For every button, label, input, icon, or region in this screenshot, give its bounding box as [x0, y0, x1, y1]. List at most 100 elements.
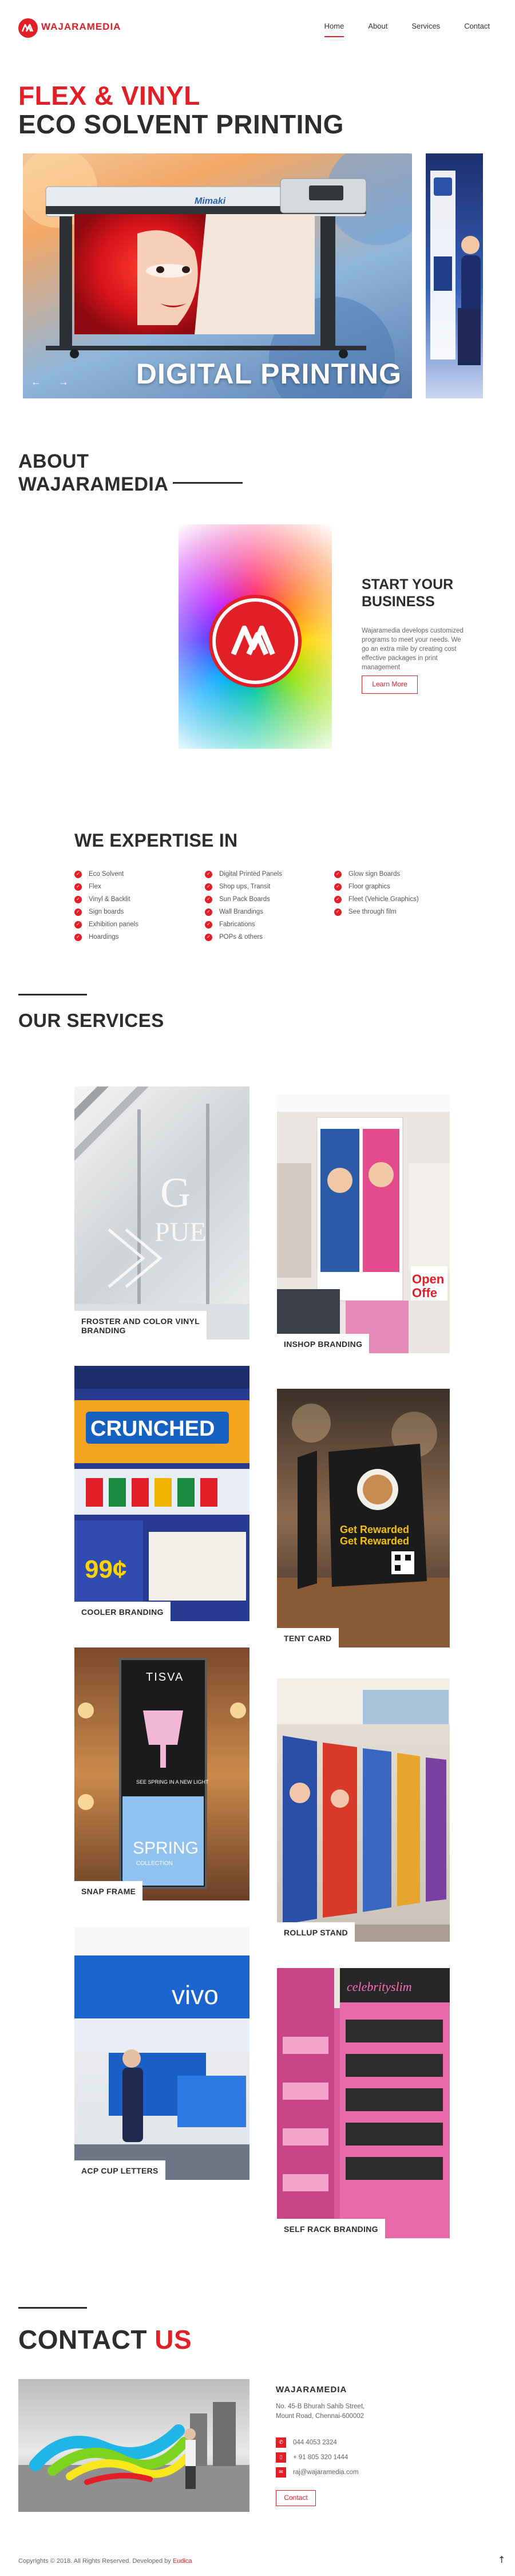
acp-image: vivo: [74, 1927, 249, 2180]
contact-phone-1-text[interactable]: 044 4053 2324: [293, 2439, 337, 2446]
check-icon: [74, 933, 82, 941]
expertise-item: Digital Printed Panels: [205, 868, 282, 880]
wajaramedia-logo-icon[interactable]: [18, 18, 38, 38]
expertise-item: Vinyl & Backlit: [74, 893, 138, 906]
services-title: OUR SERVICES: [18, 1010, 164, 1031]
footer-copyright: Copyrights © 2018. All Rights Reserved. …: [18, 2558, 192, 2565]
service-card-snap-frame[interactable]: TISVA SEE SPRING IN A NEW LIGHT SPRING C…: [74, 1647, 249, 1901]
service-card-inshop[interactable]: Open Offe INSHOP BRANDING: [277, 1095, 450, 1353]
contact-phone-2-text[interactable]: + 91 805 320 1444: [293, 2454, 348, 2461]
expertise-item: Glow sign Boards: [334, 868, 419, 880]
service-card-tent-card[interactable]: Get Rewarded Get Rewarded TENT CARD: [277, 1389, 450, 1647]
service-card-label-line1: ROLLUP STAND: [284, 1928, 348, 1937]
nav-about[interactable]: About: [368, 22, 387, 30]
arrow-up-icon[interactable]: ↑: [498, 2554, 505, 2565]
snap-brand-text: TISVA: [146, 1671, 184, 1684]
about-divider: [173, 482, 243, 484]
main-nav: Home About Services Contact: [300, 22, 490, 37]
check-icon: [334, 883, 342, 891]
tent-card-image: Get Rewarded Get Rewarded: [277, 1404, 450, 1647]
printer-brand-text: Mimaki: [195, 196, 226, 206]
service-card-label: SNAP FRAME: [74, 1881, 143, 1901]
service-card-froster[interactable]: G PUE FROSTER AND COLOR VINYL BRANDING: [74, 1086, 249, 1340]
learn-more-button[interactable]: Learn More: [362, 675, 418, 694]
check-icon: [334, 908, 342, 916]
contact-address-line1: No. 45-B Bhurah Sahib Street,: [276, 2403, 365, 2410]
service-card-label: ROLLUP STAND: [277, 1922, 355, 1942]
service-card-label: FROSTER AND COLOR VINYL BRANDING: [74, 1311, 207, 1340]
check-icon: [205, 933, 212, 941]
hero-title: FLEX & VINYL ECO SOLVENT PRINTING: [18, 81, 344, 139]
service-card-self-rack-branding[interactable]: celebrityslim SELF RACK BRANDING: [277, 1968, 450, 2238]
check-icon: [74, 920, 82, 929]
rollup-stand-image: [277, 1678, 450, 1942]
expertise-item: Sun Pack Boards: [205, 893, 282, 906]
contact-title-a: CONTACT: [18, 2325, 147, 2354]
check-icon: [205, 920, 212, 929]
check-icon: [205, 870, 212, 878]
nav-home[interactable]: Home: [324, 22, 344, 37]
snap-spring-text: SPRING: [133, 1839, 199, 1858]
expertise-item-label: Floor graphics: [348, 883, 390, 890]
contact-title: CONTACT US: [18, 2324, 192, 2355]
hero-slide-next[interactable]: [426, 153, 483, 398]
arrow-left-icon[interactable]: ←: [31, 376, 41, 388]
expertise-item: Wall Brandings: [205, 906, 282, 918]
contact-title-b: US: [154, 2325, 192, 2354]
contact-email-text[interactable]: raj@wajaramedia.com: [293, 2469, 359, 2476]
footer-developer-link[interactable]: Eudica: [173, 2558, 192, 2565]
service-card-label-line1: INSHOP BRANDING: [284, 1340, 363, 1349]
site-header: WAJARAMEDIA Home About Services Contact: [0, 0, 515, 55]
contact-email: ✉ raj@wajaramedia.com: [276, 2467, 359, 2478]
expertise-item-label: Fabrications: [219, 921, 255, 928]
check-icon: [205, 895, 212, 903]
about-logo-image: [179, 524, 332, 749]
expertise-item-label: Exhibition panels: [89, 921, 138, 928]
contact-image: [18, 2379, 249, 2512]
service-card-rollup-stand[interactable]: ROLLUP STAND: [277, 1678, 450, 1942]
snap-collection-text: COLLECTION: [136, 1860, 173, 1867]
contact-company: WAJARAMEDIA: [276, 2385, 347, 2395]
paint-splash-image: [18, 2402, 249, 2512]
service-card-cooler[interactable]: CRUNCHED 99¢ COOLER BRANDING: [74, 1366, 249, 1621]
phone-icon: ✆: [276, 2437, 286, 2448]
expertise-item: Sign boards: [74, 906, 138, 918]
service-card-label-line1: ACP CUP LETTERS: [81, 2166, 159, 2175]
expertise-item: Hoardings: [74, 931, 138, 943]
expertise-item: Exhibition panels: [74, 918, 138, 931]
contact-phone-1: ✆ 044 4053 2324: [276, 2437, 337, 2448]
expertise-column-2: Digital Printed Panels Shop ups, Transit…: [205, 868, 282, 943]
service-card-label: SELF RACK BRANDING: [277, 2219, 385, 2238]
expertise-item-label: Flex: [89, 883, 101, 890]
check-icon: [74, 883, 82, 891]
service-card-acp-cup-letters[interactable]: vivo ACP CUP LETTERS: [74, 1927, 249, 2180]
check-icon: [74, 870, 82, 878]
expertise-item-label: See through film: [348, 908, 397, 915]
contact-address: No. 45-B Bhurah Sahib Street, Mount Road…: [276, 2402, 365, 2421]
nav-contact[interactable]: Contact: [464, 22, 490, 30]
about-title-line2: WAJARAMEDIA: [18, 473, 169, 495]
service-card-label: COOLER BRANDING: [74, 1602, 171, 1621]
contact-phone-2: ▯ + 91 805 320 1444: [276, 2452, 348, 2463]
nav-services[interactable]: Services: [411, 22, 440, 30]
acp-brand-text: vivo: [172, 1980, 219, 2010]
slider-controls: ← →: [31, 376, 69, 388]
expertise-item: Fleet (Vehicle Graphics): [334, 893, 419, 906]
wajaramedia-badge-icon: [212, 598, 298, 684]
mobile-icon: ▯: [276, 2452, 286, 2463]
service-card-label-line1: TENT CARD: [284, 1634, 332, 1643]
cooler-price-text: 99¢: [85, 1555, 126, 1583]
arrow-right-icon[interactable]: →: [58, 376, 69, 388]
about-title-line1: ABOUT: [18, 451, 89, 472]
expertise-item-label: Sign boards: [89, 908, 124, 915]
snap-line-text: SEE SPRING IN A NEW LIGHT: [136, 1779, 209, 1785]
contact-button[interactable]: Contact: [276, 2490, 316, 2506]
expertise-item-label: Wall Brandings: [219, 908, 263, 915]
tent-text-1: Get Rewarded: [340, 1524, 409, 1535]
check-icon: [74, 908, 82, 916]
logo-text[interactable]: WAJARAMEDIA: [41, 21, 121, 33]
hero-slide-digital-printing[interactable]: Mimaki DIGITAL PRINTING ← →: [23, 153, 412, 398]
services-divider: [18, 994, 87, 995]
expertise-item-label: Shop ups, Transit: [219, 883, 271, 890]
footer-text: Copyrights © 2018. All Rights Reserved. …: [18, 2558, 171, 2565]
